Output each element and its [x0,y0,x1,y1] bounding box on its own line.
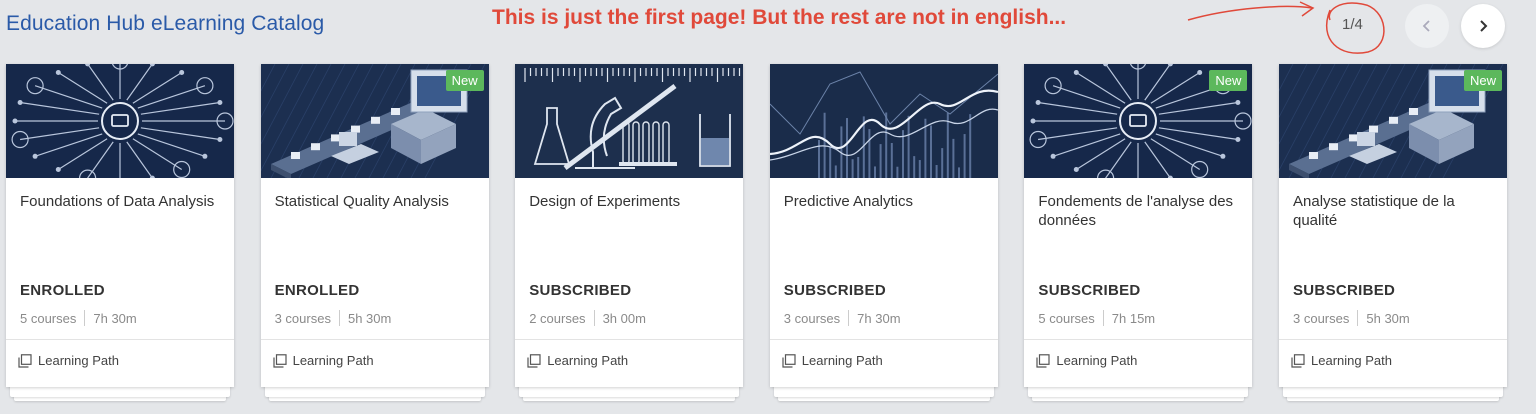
enrollment-status: SUBSCRIBED [529,282,632,299]
course-count: 5 courses [20,310,77,326]
duration: 7h 30m [93,310,137,326]
new-badge: New [1463,70,1502,91]
catalog-card[interactable]: New Analyse statistique de la qualité SU… [1279,64,1507,401]
card-title: Foundations of Data Analysis [20,193,215,210]
card-title: Predictive Analytics [783,193,914,210]
page-indicator: 1/4 [1342,16,1363,33]
learning-path-icon [272,353,287,368]
previous-page-button[interactable] [1405,4,1449,48]
new-badge: New [1209,70,1248,91]
card-type: Learning Path [18,353,119,368]
enrollment-status: ENROLLED [20,282,105,299]
card-meta: 3 courses 5h 30m [1293,310,1410,326]
card-title: Design of Experiments [529,193,681,210]
learning-path-icon [782,353,796,368]
enrollment-status: ENROLLED [274,282,360,299]
next-page-button[interactable] [1461,4,1505,48]
catalog-card[interactable]: New Statistical Quality Analysis ENROLLE… [260,64,489,401]
learning-path-icon [1291,353,1305,368]
duration: 5h 30m [347,310,392,326]
card-type: Learning Path [527,353,628,368]
card-title: Analyse statistique de la qualité [1293,193,1455,229]
duration: 7h 30m [857,310,901,326]
enrollment-status: SUBSCRIBED [783,282,886,299]
duration: 7h 15m [1111,310,1156,326]
catalog-card[interactable]: Predictive Analytics SUBSCRIBED 3 course… [769,64,998,401]
new-badge: New [445,70,484,91]
learning-path-icon [1036,353,1050,368]
annotation-text: This is just the first page! But the res… [492,6,1067,29]
learning-path-icon [527,353,541,368]
catalog-card[interactable]: Foundations of Data Analysis ENROLLED 5 … [6,64,234,401]
catalog-card[interactable]: New Fondements de l'analyse des données … [1024,64,1253,401]
course-count: 3 courses [274,310,331,326]
card-type: Learning Path [782,353,883,368]
card-thumbnail [515,64,744,178]
card-meta: 2 courses 3h 00m [529,310,646,326]
card-meta: 5 courses 7h 30m [20,310,137,326]
course-count: 5 courses [1038,310,1095,326]
card-thumbnail [769,64,998,178]
card-type: Learning Path [272,353,374,368]
catalog-card[interactable]: Design of Experiments SUBSCRIBED 2 cours… [515,64,744,401]
card-meta: 3 courses 7h 30m [784,310,901,326]
card-meta: 3 courses 5h 30m [274,310,392,326]
duration: 5h 30m [1366,310,1410,326]
course-count: 3 courses [783,310,841,326]
card-thumbnail [6,64,234,178]
card-type: Learning Path [1291,353,1392,368]
chevron-left-icon [1422,20,1430,32]
card-meta: 5 courses 7h 15m [1038,310,1155,326]
course-count: 2 courses [529,310,586,326]
card-type: Learning Path [1036,353,1137,368]
chevron-right-icon [1480,20,1488,32]
learning-path-icon [18,353,32,368]
duration: 3h 00m [602,310,646,326]
card-title: Statistical Quality Analysis [274,193,449,210]
course-count: 3 courses [1293,310,1350,326]
enrollment-status: SUBSCRIBED [1038,282,1141,299]
catalog-title: Education Hub eLearning Catalog [6,12,325,35]
card-title: Fondements de l'analyse des données [1038,193,1234,229]
enrollment-status: SUBSCRIBED [1293,282,1396,299]
